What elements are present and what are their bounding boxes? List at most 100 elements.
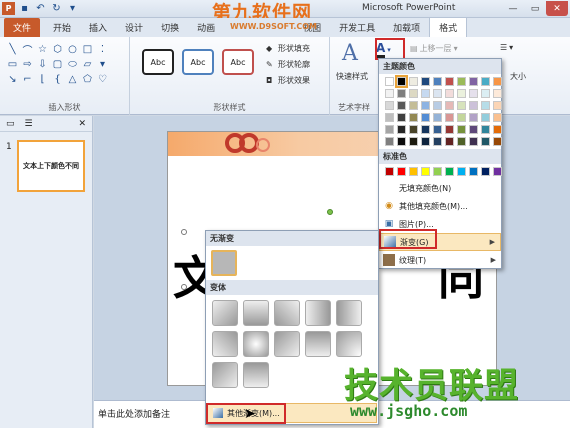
dots-icon[interactable]: ⁚ bbox=[96, 43, 109, 56]
shape-style-1[interactable]: Abc bbox=[142, 49, 174, 75]
align-button[interactable]: ☰ ▾ bbox=[500, 43, 513, 52]
more-shapes-icon[interactable]: ▾ bbox=[96, 58, 109, 71]
theme-color-swatch[interactable] bbox=[395, 75, 408, 88]
maximize-button[interactable]: ▭ bbox=[524, 1, 546, 16]
undo-icon[interactable]: ↶ bbox=[34, 2, 47, 15]
theme-color-swatch[interactable] bbox=[493, 101, 502, 110]
theme-color-swatch[interactable] bbox=[457, 101, 466, 110]
theme-color-swatch[interactable] bbox=[433, 77, 442, 86]
connector-shape-icon[interactable]: ↘ bbox=[6, 73, 19, 86]
standard-color-swatch[interactable] bbox=[433, 167, 442, 176]
elbow-shape-icon[interactable]: ⌐ bbox=[21, 73, 34, 86]
theme-color-swatch[interactable] bbox=[457, 89, 466, 98]
theme-color-swatch[interactable] bbox=[385, 137, 394, 146]
theme-color-swatch[interactable] bbox=[481, 89, 490, 98]
rounded-rect-shape-icon[interactable]: ▢ bbox=[51, 58, 64, 71]
theme-color-swatch[interactable] bbox=[493, 137, 502, 146]
menu-no-fill[interactable]: 无填充颜色(N) bbox=[379, 179, 501, 197]
size-button[interactable]: 大小 bbox=[510, 71, 526, 82]
gradient-variant[interactable] bbox=[243, 300, 269, 326]
shape-fill-button[interactable]: ◆ 形状填充 bbox=[266, 43, 310, 54]
theme-color-swatch[interactable] bbox=[385, 125, 394, 134]
menu-texture[interactable]: 纹理(T) ▶ bbox=[379, 251, 501, 269]
theme-color-swatch[interactable] bbox=[385, 113, 394, 122]
gradient-variant[interactable] bbox=[336, 300, 362, 326]
oval-shape-icon[interactable]: ⬭ bbox=[66, 58, 79, 71]
theme-color-swatch[interactable] bbox=[433, 113, 442, 122]
theme-color-swatch[interactable] bbox=[445, 113, 454, 122]
gradient-variant[interactable] bbox=[212, 362, 238, 388]
pentagon-shape-icon[interactable]: ⬠ bbox=[81, 73, 94, 86]
theme-color-swatch[interactable] bbox=[469, 137, 478, 146]
theme-color-swatch[interactable] bbox=[445, 77, 454, 86]
tab-addins[interactable]: 加载项 bbox=[384, 18, 429, 37]
theme-color-swatch[interactable] bbox=[385, 77, 394, 86]
theme-color-swatch[interactable] bbox=[409, 113, 418, 122]
theme-color-swatch[interactable] bbox=[469, 77, 478, 86]
standard-color-swatch[interactable] bbox=[481, 167, 490, 176]
gradient-variant[interactable] bbox=[212, 331, 238, 357]
circle-shape-icon[interactable]: ○ bbox=[66, 43, 79, 56]
gradient-variant[interactable] bbox=[274, 300, 300, 326]
theme-color-swatch[interactable] bbox=[397, 89, 406, 98]
gradient-variant[interactable] bbox=[274, 331, 300, 357]
shape-style-3[interactable]: Abc bbox=[222, 49, 254, 75]
square-shape-icon[interactable]: ▭ bbox=[6, 58, 19, 71]
standard-color-swatch[interactable] bbox=[385, 167, 394, 176]
theme-color-swatch[interactable] bbox=[421, 77, 430, 86]
theme-color-swatch[interactable] bbox=[469, 125, 478, 134]
gradient-variant[interactable] bbox=[212, 300, 238, 326]
theme-color-swatch[interactable] bbox=[409, 77, 418, 86]
theme-color-swatch[interactable] bbox=[385, 101, 394, 110]
theme-color-swatch[interactable] bbox=[445, 125, 454, 134]
slides-tab-icon[interactable]: ▭ bbox=[6, 119, 15, 129]
standard-color-swatch[interactable] bbox=[397, 167, 406, 176]
rotation-handle[interactable] bbox=[327, 209, 333, 215]
theme-color-swatch[interactable] bbox=[457, 113, 466, 122]
theme-color-swatch[interactable] bbox=[469, 101, 478, 110]
theme-color-swatch[interactable] bbox=[493, 125, 502, 134]
theme-color-swatch[interactable] bbox=[409, 89, 418, 98]
tab-insert[interactable]: 插入 bbox=[80, 18, 116, 37]
theme-color-swatch[interactable] bbox=[433, 89, 442, 98]
theme-color-swatch[interactable] bbox=[421, 101, 430, 110]
theme-color-swatch[interactable] bbox=[433, 137, 442, 146]
theme-color-swatch[interactable] bbox=[397, 113, 406, 122]
shape-outline-button[interactable]: ✎ 形状轮廓 bbox=[266, 59, 310, 70]
tab-animations[interactable]: 动画 bbox=[188, 18, 224, 37]
bring-forward-button[interactable]: ▤ 上移一层 ▾ bbox=[410, 43, 458, 54]
standard-color-swatch[interactable] bbox=[493, 167, 502, 176]
theme-color-swatch[interactable] bbox=[493, 113, 502, 122]
star-shape-icon[interactable]: ☆ bbox=[36, 43, 49, 56]
tab-home[interactable]: 开始 bbox=[44, 18, 80, 37]
bracket-shape-icon[interactable]: ⌊ bbox=[36, 73, 49, 86]
standard-color-swatch[interactable] bbox=[421, 167, 430, 176]
standard-color-swatch[interactable] bbox=[445, 167, 454, 176]
resize-handle-ml[interactable] bbox=[181, 284, 187, 290]
tab-file[interactable]: 文件 bbox=[4, 18, 41, 37]
theme-color-swatch[interactable] bbox=[481, 137, 490, 146]
close-button[interactable]: ✕ bbox=[546, 1, 568, 16]
close-panel-icon[interactable]: ✕ bbox=[78, 119, 86, 129]
menu-more-colors[interactable]: ◉ 其他填充颜色(M)... bbox=[379, 197, 501, 215]
theme-color-swatch[interactable] bbox=[457, 77, 466, 86]
resize-handle-tl[interactable] bbox=[181, 229, 187, 235]
theme-color-swatch[interactable] bbox=[493, 77, 502, 86]
callout-shape-icon[interactable]: ▱ bbox=[81, 58, 94, 71]
theme-color-swatch[interactable] bbox=[433, 101, 442, 110]
theme-color-swatch[interactable] bbox=[493, 89, 502, 98]
arc-shape-icon[interactable]: ⌒ bbox=[21, 43, 34, 57]
theme-color-swatch[interactable] bbox=[397, 125, 406, 134]
theme-color-swatch[interactable] bbox=[433, 125, 442, 134]
theme-color-swatch[interactable] bbox=[421, 89, 430, 98]
shape-style-2[interactable]: Abc bbox=[182, 49, 214, 75]
gradient-variant[interactable] bbox=[243, 362, 269, 388]
quick-styles-button[interactable]: 快速样式 bbox=[336, 71, 368, 82]
gradient-variant[interactable] bbox=[305, 300, 331, 326]
gradient-variant[interactable] bbox=[305, 331, 331, 357]
line-shape-icon[interactable]: ╲ bbox=[6, 43, 19, 56]
shape-effects-button[interactable]: ◘ 形状效果 bbox=[266, 75, 310, 86]
gradient-variant[interactable] bbox=[336, 331, 362, 357]
theme-color-swatch[interactable] bbox=[457, 137, 466, 146]
theme-color-swatch[interactable] bbox=[409, 101, 418, 110]
